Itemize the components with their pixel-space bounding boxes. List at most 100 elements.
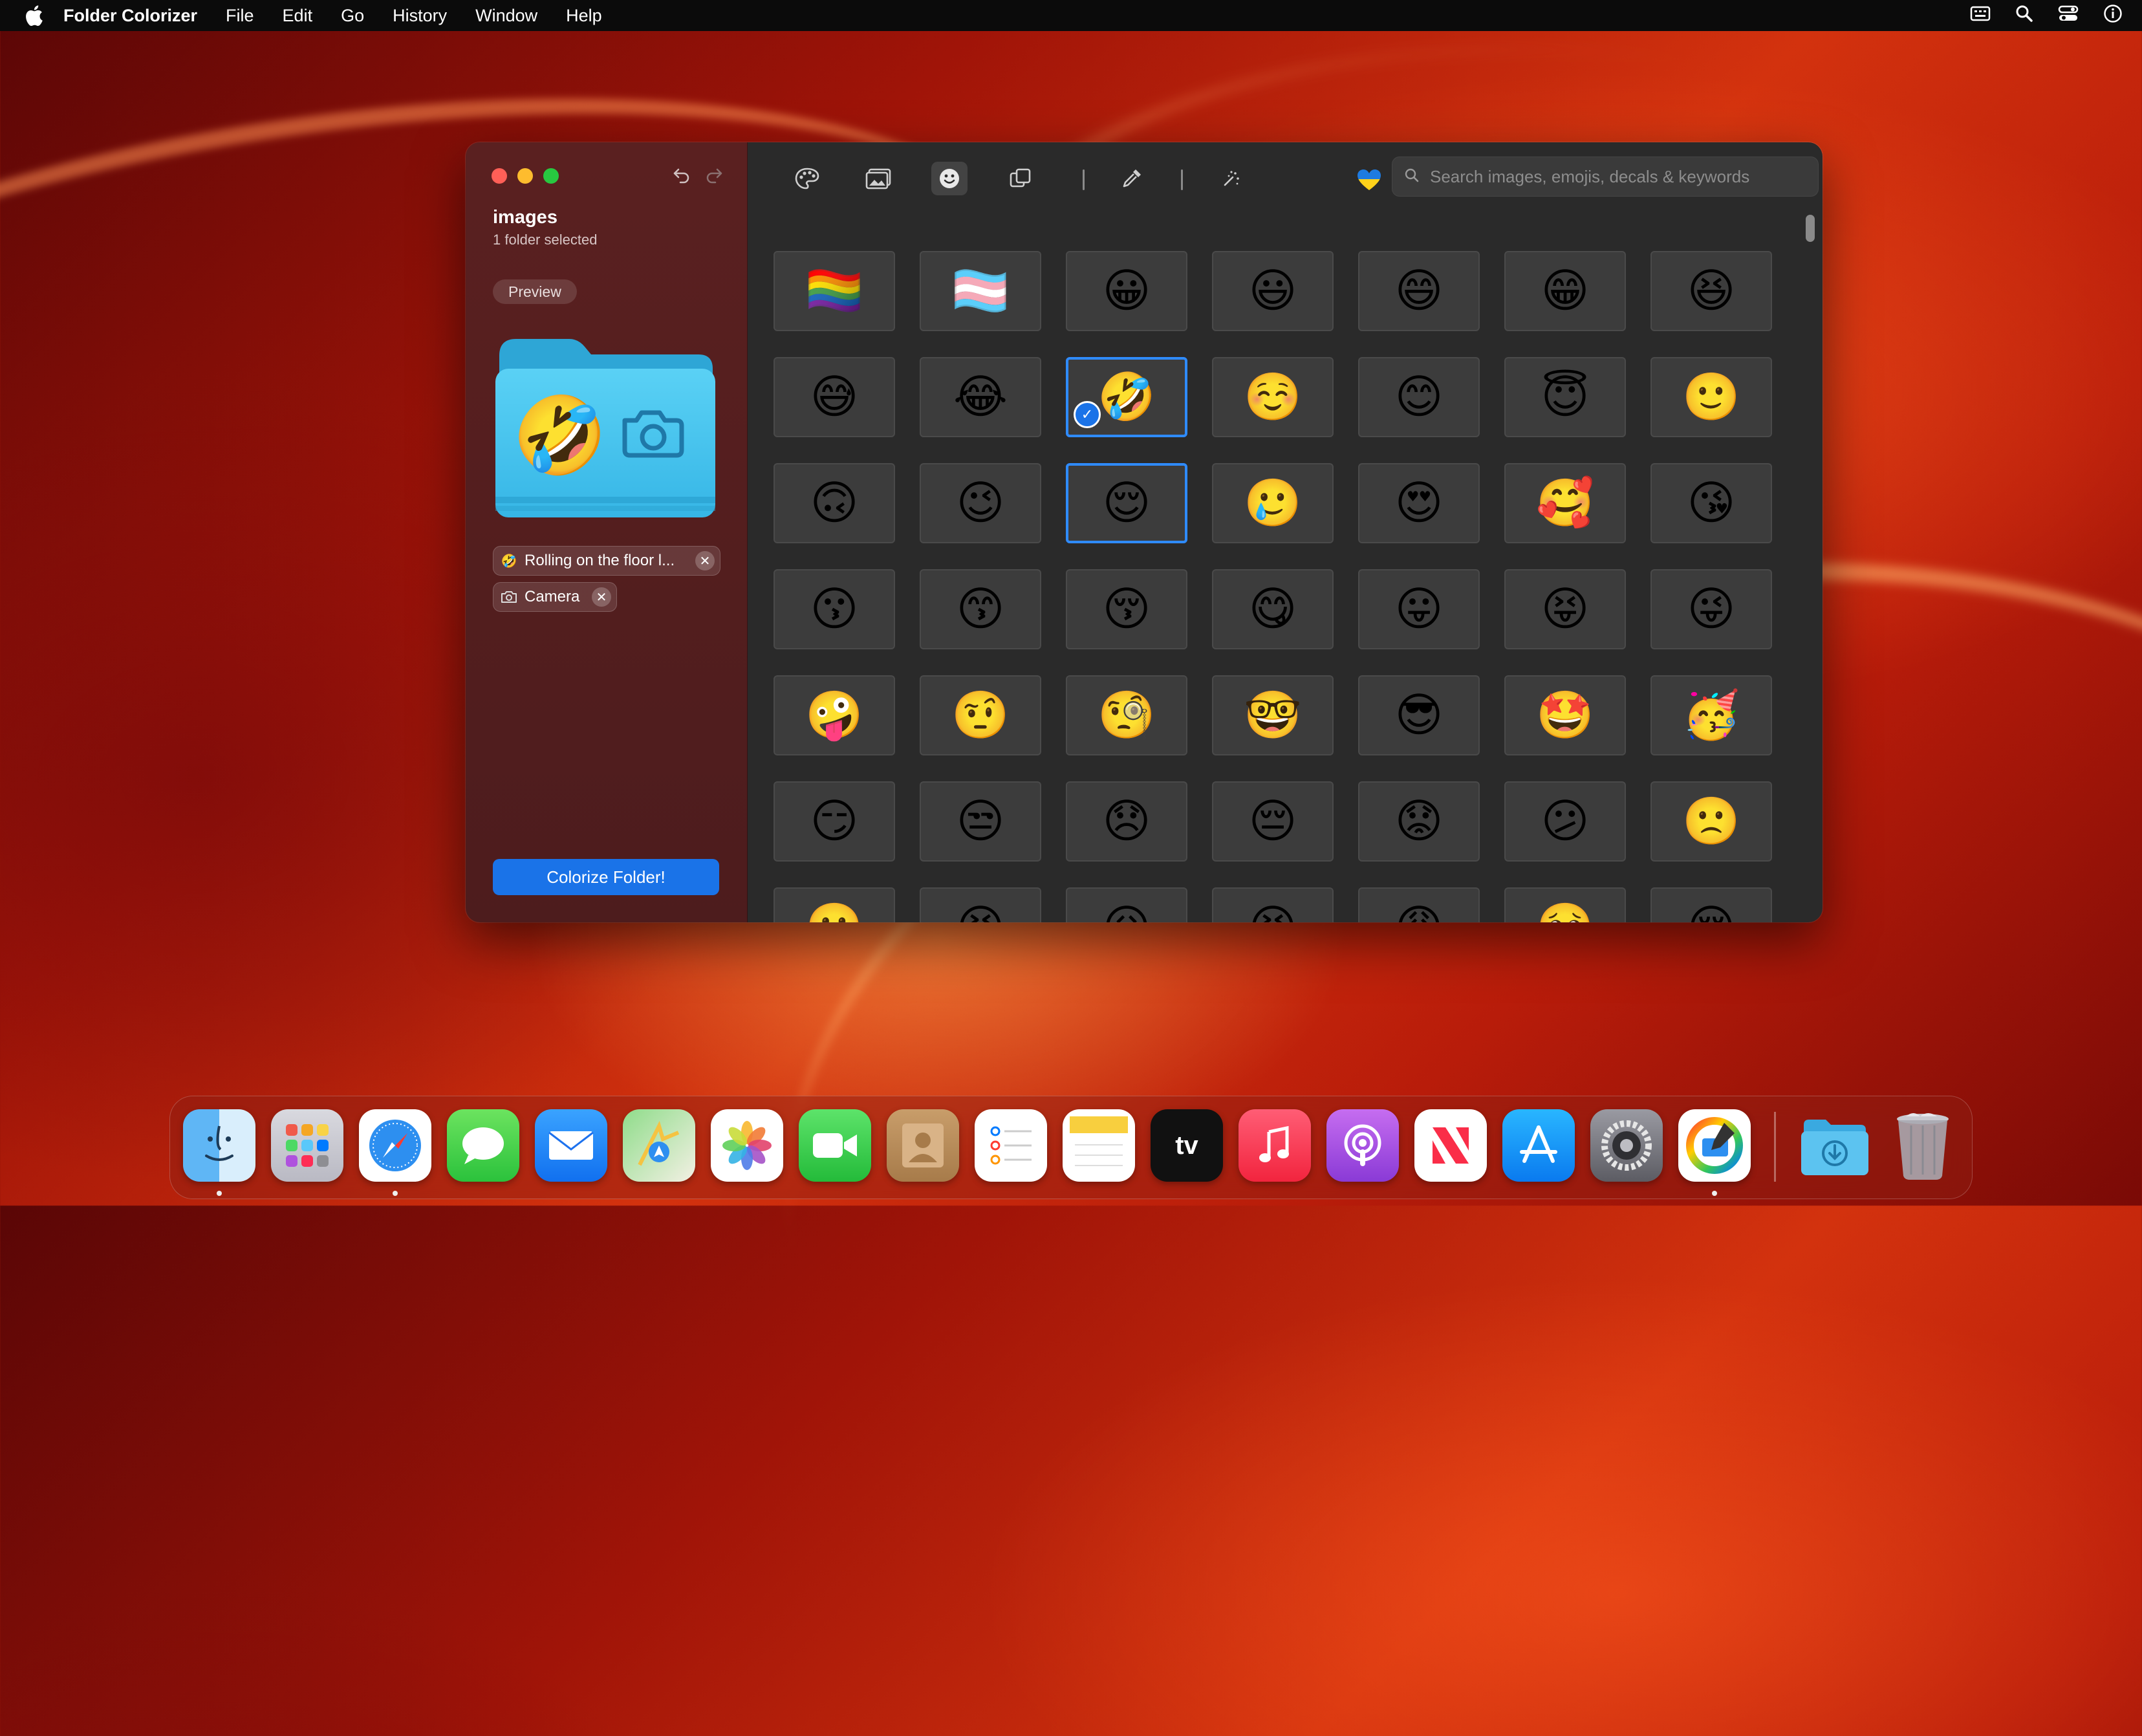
emoji-cell[interactable]: 😉 [920,463,1041,543]
finder-icon[interactable] [183,1109,255,1182]
menu-help[interactable]: Help [566,6,602,26]
apple-tv-icon[interactable]: tv [1151,1109,1223,1182]
emoji-cell[interactable]: 🙂 [1650,357,1772,437]
emoji-cell[interactable]: ☹️ [774,887,895,922]
emoji-cell[interactable]: 😟 [1358,781,1480,862]
scrollbar-thumb[interactable] [1806,215,1815,242]
emoji-cell[interactable]: 😎 [1358,675,1480,755]
emoji-cell[interactable]: 😣 [920,887,1041,922]
emoji-cell[interactable]: 😖 [1066,887,1187,922]
podcasts-icon[interactable] [1326,1109,1399,1182]
minimize-button[interactable] [517,168,533,184]
emoji-cell[interactable]: ☺️ [1212,357,1334,437]
remove-chip-icon[interactable]: ✕ [592,587,611,607]
emoji-cell[interactable]: 😩 [1358,887,1480,922]
shapes-icon[interactable] [1002,162,1039,195]
emoji-cell[interactable]: 😗 [774,569,895,649]
emoji-cell[interactable]: 🙁 [1650,781,1772,862]
emoji-cell[interactable]: 😛 [1358,569,1480,649]
apple-menu-icon[interactable] [25,5,44,27]
emoji-cell[interactable]: 😘 [1650,463,1772,543]
messages-icon[interactable] [447,1109,519,1182]
menu-go[interactable]: Go [341,6,364,26]
emoji-cell[interactable]: 😝 [1504,569,1626,649]
undo-icon[interactable] [672,164,691,186]
colorize-folder-button[interactable]: Colorize Folder! [493,859,719,895]
palette-icon[interactable] [789,162,825,195]
emoji-cell[interactable]: 😕 [1504,781,1626,862]
control-center-icon[interactable] [2058,5,2079,27]
search-bar[interactable] [1392,157,1819,197]
eyedropper-icon[interactable] [1114,162,1150,195]
photo-icon[interactable] [860,162,896,195]
emoji-cell[interactable]: 😀 [1066,251,1187,331]
emoji-cell[interactable]: 🥲 [1212,463,1334,543]
emoji-cell[interactable]: 😄 [1358,251,1480,331]
folder-colorizer-dock-icon[interactable] [1678,1109,1751,1182]
emoji-cell[interactable]: 😃 [1212,251,1334,331]
emoji-icon[interactable] [931,162,968,195]
emoji-cell[interactable]: 🏳️‍⚧️ [920,251,1041,331]
emoji-cell[interactable]: 😫 [1212,887,1334,922]
emoji-cell[interactable]: 🙃 [774,463,895,543]
emoji-cell[interactable]: 😋 [1212,569,1334,649]
news-icon[interactable] [1414,1109,1487,1182]
reminders-icon[interactable] [975,1109,1047,1182]
emoji-cell[interactable]: 😜 [1650,569,1772,649]
facetime-icon[interactable] [799,1109,871,1182]
emoji-cell[interactable]: 🏳️‍🌈 [774,251,895,331]
emoji-cell[interactable]: 😍 [1358,463,1480,543]
photos-icon[interactable] [711,1109,783,1182]
menu-window[interactable]: Window [475,6,537,26]
emoji-cell[interactable]: 🤓 [1212,675,1334,755]
emoji-cell[interactable]: 😅 [774,357,895,437]
remove-chip-icon[interactable]: ✕ [695,551,715,570]
emoji-cell[interactable]: 😢 [1650,887,1772,922]
menu-history[interactable]: History [393,6,447,26]
safari-icon[interactable] [359,1109,431,1182]
emoji-cell[interactable]: 🥳 [1650,675,1772,755]
mail-icon[interactable] [535,1109,607,1182]
emoji-cell[interactable]: 🤪 [774,675,895,755]
info-icon[interactable] [2103,4,2123,28]
emoji-cell[interactable]: 😞 [1066,781,1187,862]
menu-file[interactable]: File [226,6,254,26]
emoji-cell[interactable]: 🥺 [1504,887,1626,922]
emoji-cell[interactable]: 😙 [920,569,1041,649]
emoji-cell[interactable]: 🤩 [1504,675,1626,755]
emoji-chip[interactable]: 🤣 Rolling on the floor l... ✕ [493,546,720,576]
contacts-icon[interactable] [887,1109,959,1182]
menu-app-name[interactable]: Folder Colorizer [63,6,197,26]
emoji-cell[interactable]: 😒 [920,781,1041,862]
emoji-cell[interactable]: 😆 [1650,251,1772,331]
emoji-cell[interactable]: 😁 [1504,251,1626,331]
maps-icon[interactable] [623,1109,695,1182]
emoji-grid-scroll[interactable]: 🏳️‍🌈 🏳️‍⚧️ 😀 😃 😄 😁 😆 😅 😂 🤣 ✓ ☺️ 😊 😇 🙂 [748,235,1823,922]
emoji-cell[interactable]: 😏 [774,781,895,862]
launchpad-icon[interactable] [271,1109,343,1182]
app-store-icon[interactable] [1502,1109,1575,1182]
notes-icon[interactable] [1063,1109,1135,1182]
camera-chip[interactable]: Camera ✕ [493,582,617,612]
redo-icon[interactable] [704,164,724,186]
emoji-cell[interactable]: 🧐 [1066,675,1187,755]
emoji-cell[interactable]: 😇 [1504,357,1626,437]
ukraine-heart-icon[interactable] [1354,166,1384,194]
system-settings-icon[interactable] [1590,1109,1663,1182]
keyboard-input-icon[interactable] [1970,5,1991,27]
emoji-cell[interactable]: 🤨 [920,675,1041,755]
emoji-cell[interactable]: 🥰 [1504,463,1626,543]
music-icon[interactable] [1239,1109,1311,1182]
menu-edit[interactable]: Edit [283,6,313,26]
emoji-cell[interactable]: 😊 [1358,357,1480,437]
emoji-cell[interactable]: 😔 [1212,781,1334,862]
spotlight-search-icon[interactable] [2015,5,2033,27]
emoji-cell[interactable]: 😂 [920,357,1041,437]
magic-icon[interactable] [1213,162,1250,195]
search-input[interactable] [1429,166,1793,188]
emoji-cell-highlighted[interactable]: 😌 [1066,463,1187,543]
trash-icon[interactable] [1887,1109,1959,1182]
emoji-cell-selected[interactable]: 🤣 ✓ [1066,357,1187,437]
downloads-folder-icon[interactable] [1799,1109,1871,1182]
zoom-button[interactable] [543,168,559,184]
